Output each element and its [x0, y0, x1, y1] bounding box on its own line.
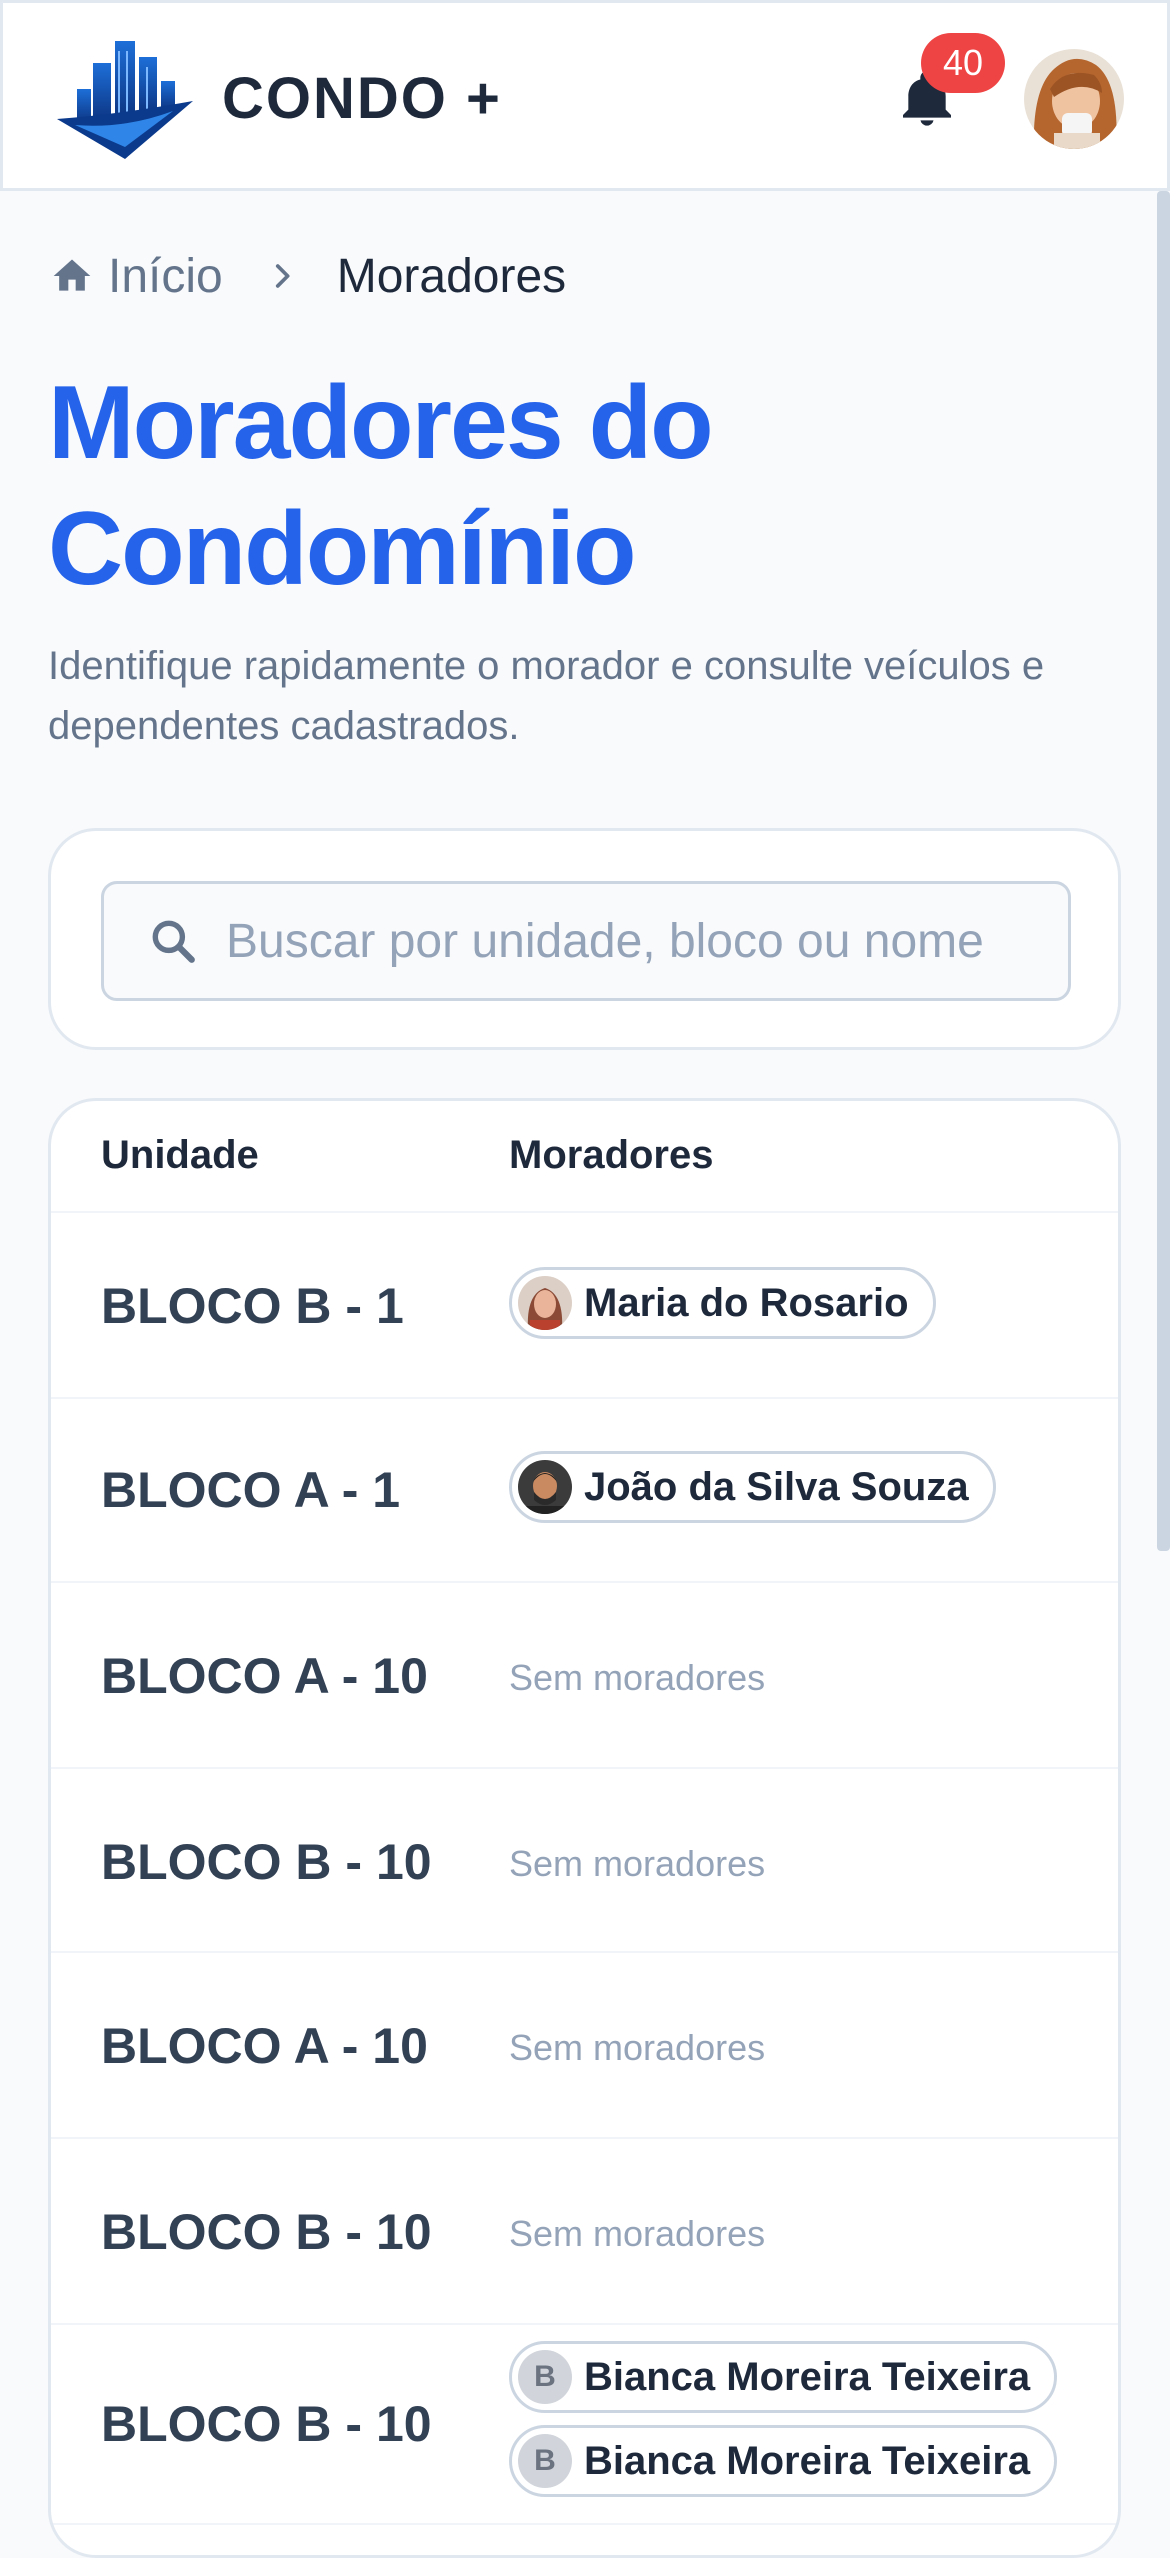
building-logo-icon[interactable] [55, 37, 195, 159]
resident-photo-icon [518, 1276, 572, 1330]
table-row[interactable]: BLOCO B - 10 Sem moradores [51, 1769, 1118, 1953]
resident-photo-icon [518, 1460, 572, 1514]
table-row[interactable]: BLOCO B - 10 Sem moradores [51, 2139, 1118, 2325]
residents-cell: Maria do Rosario [509, 1267, 936, 1351]
table-row[interactable]: BLOCO B - 1 Maria do Rosario [51, 1213, 1118, 1399]
column-header-residents: Moradores [509, 1133, 714, 1177]
residents-cell: João da Silva Souza [509, 1451, 996, 1535]
page-subtitle: Identifique rapidamente o morador e cons… [48, 644, 1045, 748]
empty-residents-label: Sem moradores [509, 1843, 766, 1884]
unit-label: BLOCO A - 10 [101, 2018, 428, 2074]
chevron-right-icon [275, 264, 290, 288]
table-row[interactable]: BLOCO B - 10 B Bianca Moreira Teixeira B… [51, 2325, 1118, 2525]
resident-chip[interactable]: Maria do Rosario [509, 1267, 936, 1339]
empty-residents-label: Sem moradores [509, 1657, 766, 1698]
column-header-unit: Unidade [101, 1133, 259, 1177]
unit-label: BLOCO B - 10 [101, 2396, 432, 2452]
table-row[interactable]: BLOCO A - 10 Sem moradores [51, 1583, 1118, 1769]
table-row[interactable]: BLOCO A - 1 João da Silva Souza [51, 1399, 1118, 1583]
resident-avatar [518, 1276, 572, 1330]
breadcrumb-home-link[interactable]: Início [108, 249, 223, 304]
empty-residents-label: Sem moradores [509, 2213, 766, 2254]
search-icon [152, 920, 195, 963]
search-input[interactable] [226, 913, 1046, 969]
app-header: CONDO + 40 [0, 0, 1170, 191]
resident-name: João da Silva Souza [584, 1464, 969, 1509]
user-photo-icon [1024, 49, 1124, 149]
search-box[interactable] [101, 881, 1071, 1001]
unit-label: BLOCO A - 1 [101, 1462, 401, 1518]
breadcrumb-current: Moradores [336, 249, 567, 303]
empty-residents-label: Sem moradores [509, 2027, 766, 2068]
table-header: Unidade Moradores [51, 1101, 1118, 1213]
residents-cell: B Bianca Moreira Teixeira B Bianca Morei… [509, 2341, 1058, 2509]
resident-name: Maria do Rosario [584, 1280, 909, 1325]
resident-avatar [518, 1460, 572, 1514]
resident-chip[interactable]: João da Silva Souza [509, 1451, 996, 1523]
residents-table: Unidade Moradores BLOCO B - 1 Maria do R… [48, 1098, 1121, 2558]
unit-label: BLOCO B - 10 [101, 1834, 432, 1890]
brand-name: CONDO + [222, 66, 502, 131]
resident-chip[interactable]: B Bianca Moreira Teixeira [509, 2341, 1058, 2413]
user-avatar[interactable] [1024, 49, 1124, 149]
page-title: Moradores do Condomínio [48, 365, 714, 607]
resident-initial-avatar: B [518, 2350, 572, 2404]
table-row[interactable]: BLOCO A - 10 Sem moradores [51, 1953, 1118, 2139]
search-card [48, 828, 1121, 1050]
unit-label: BLOCO B - 1 [101, 1278, 404, 1334]
resident-name: Bianca Moreira Teixeira [584, 2438, 1031, 2483]
breadcrumb: Início Moradores [50, 246, 566, 306]
notification-badge[interactable]: 40 [921, 33, 1005, 93]
unit-label: BLOCO B - 10 [101, 2204, 432, 2260]
resident-initial-avatar: B [518, 2434, 572, 2488]
unit-label: BLOCO A - 10 [101, 1648, 428, 1704]
home-icon[interactable] [50, 254, 94, 298]
page-scrollbar[interactable] [1157, 191, 1170, 1551]
resident-name: Bianca Moreira Teixeira [584, 2354, 1031, 2399]
resident-chip[interactable]: B Bianca Moreira Teixeira [509, 2425, 1058, 2497]
